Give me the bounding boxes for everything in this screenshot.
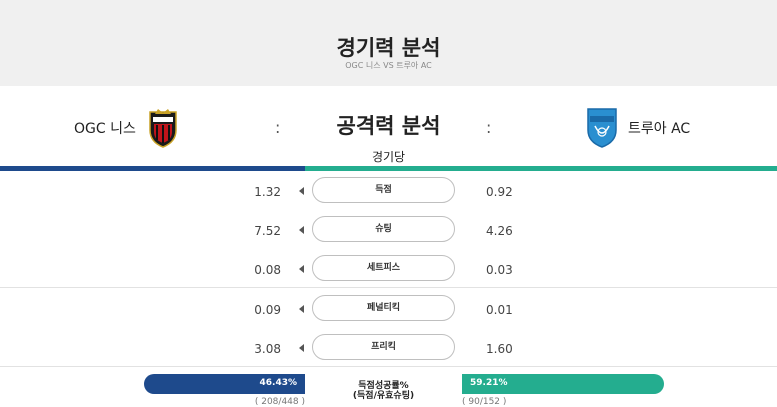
stat-row-freekicks: 3.08 프리킥 1.60 bbox=[0, 329, 777, 368]
stat-home-value: 7.52 bbox=[254, 224, 281, 238]
stat-label-pill[interactable]: 득점 bbox=[312, 177, 455, 203]
success-rate-label: 득점성공률% (득점/유효슈팅) bbox=[305, 381, 462, 401]
stat-home-value: 0.08 bbox=[254, 263, 281, 277]
stat-away-value: 0.01 bbox=[486, 303, 513, 317]
section-subtitle: 경기당 bbox=[371, 150, 406, 164]
page-title: 경기력 분석 bbox=[336, 36, 441, 60]
left-arrow-icon bbox=[299, 265, 304, 273]
match-subtitle: OGC 니스 VS 트루아 AC bbox=[345, 61, 432, 70]
left-arrow-icon bbox=[299, 344, 304, 352]
stat-away-value: 4.26 bbox=[486, 224, 513, 238]
left-arrow-icon bbox=[299, 226, 304, 234]
stat-home-value: 1.32 bbox=[254, 185, 281, 199]
away-color-bar bbox=[305, 166, 777, 171]
success-rate-label-line1: 득점성공률% bbox=[358, 381, 409, 391]
stat-away-value: 1.60 bbox=[486, 342, 513, 356]
stat-label-pill[interactable]: 세트피스 bbox=[312, 255, 455, 281]
stat-home-value: 3.08 bbox=[254, 342, 281, 356]
troyes-ac-crest-icon[interactable] bbox=[585, 106, 619, 148]
away-team-name[interactable]: 트루아 AC bbox=[628, 118, 690, 138]
stat-row-shots: 7.52 슈팅 4.26 bbox=[0, 211, 777, 250]
home-success-pct: 46.43% bbox=[259, 378, 298, 388]
header: 경기력 분석 OGC 니스 VS 트루아 AC bbox=[0, 0, 777, 86]
home-success-count: ( 208/448 ) bbox=[254, 397, 305, 407]
home-success-bar: 46.43% bbox=[144, 374, 305, 394]
away-colon: : bbox=[486, 118, 492, 137]
team-row: OGC 니스 : 공격력 분석 경기당 : 트루아 AC bbox=[0, 86, 777, 166]
away-success-bar: 59.21% bbox=[462, 374, 664, 394]
divider bbox=[0, 366, 777, 367]
stat-home-value: 0.09 bbox=[254, 303, 281, 317]
stat-away-value: 0.92 bbox=[486, 185, 513, 199]
left-arrow-icon bbox=[299, 305, 304, 313]
stat-row-penalties: 0.09 페널티킥 0.01 bbox=[0, 290, 777, 329]
success-rate-label-line2: (득점/유효슈팅) bbox=[352, 391, 415, 401]
left-arrow-icon bbox=[299, 187, 304, 195]
divider bbox=[0, 287, 777, 288]
stat-away-value: 0.03 bbox=[486, 263, 513, 277]
stat-row-setpieces: 0.08 세트피스 0.03 bbox=[0, 250, 777, 289]
away-success-pct: 59.21% bbox=[470, 378, 508, 388]
stat-label-pill[interactable]: 슈팅 bbox=[312, 216, 455, 242]
stat-label-pill[interactable]: 프리킥 bbox=[312, 334, 455, 360]
stat-row-goals: 1.32 득점 0.92 bbox=[0, 172, 777, 211]
stat-label-pill[interactable]: 페널티킥 bbox=[312, 295, 455, 321]
away-success-count: ( 90/152 ) bbox=[462, 397, 507, 407]
home-color-bar bbox=[0, 166, 305, 171]
